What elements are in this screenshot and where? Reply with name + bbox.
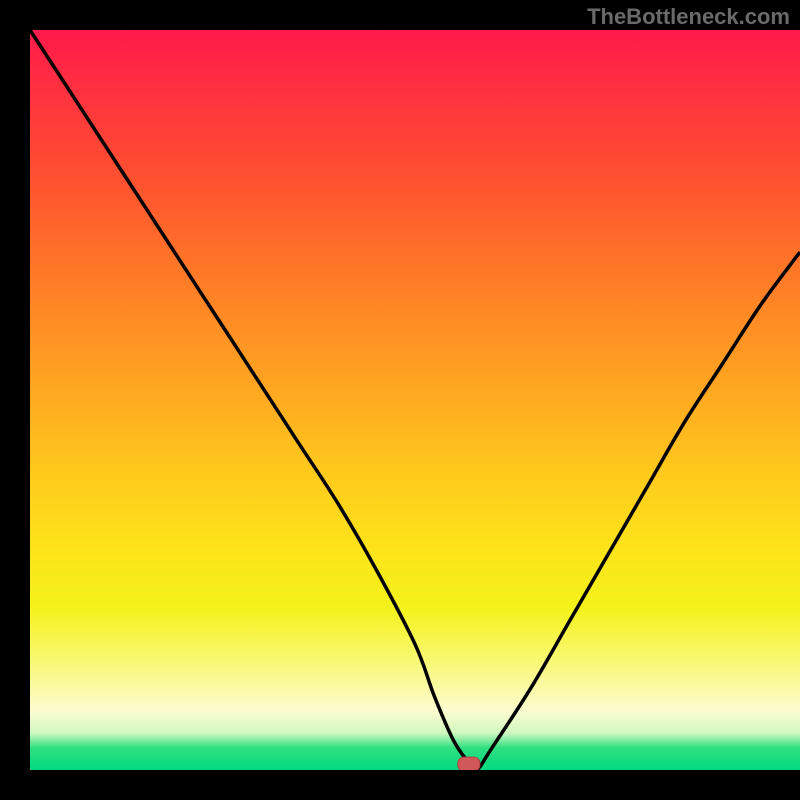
plot-area <box>30 30 800 770</box>
optimal-point-marker <box>458 757 480 770</box>
bottleneck-chart <box>30 30 800 770</box>
attribution-text: TheBottleneck.com <box>587 4 790 30</box>
bottleneck-curve-path <box>30 30 800 770</box>
